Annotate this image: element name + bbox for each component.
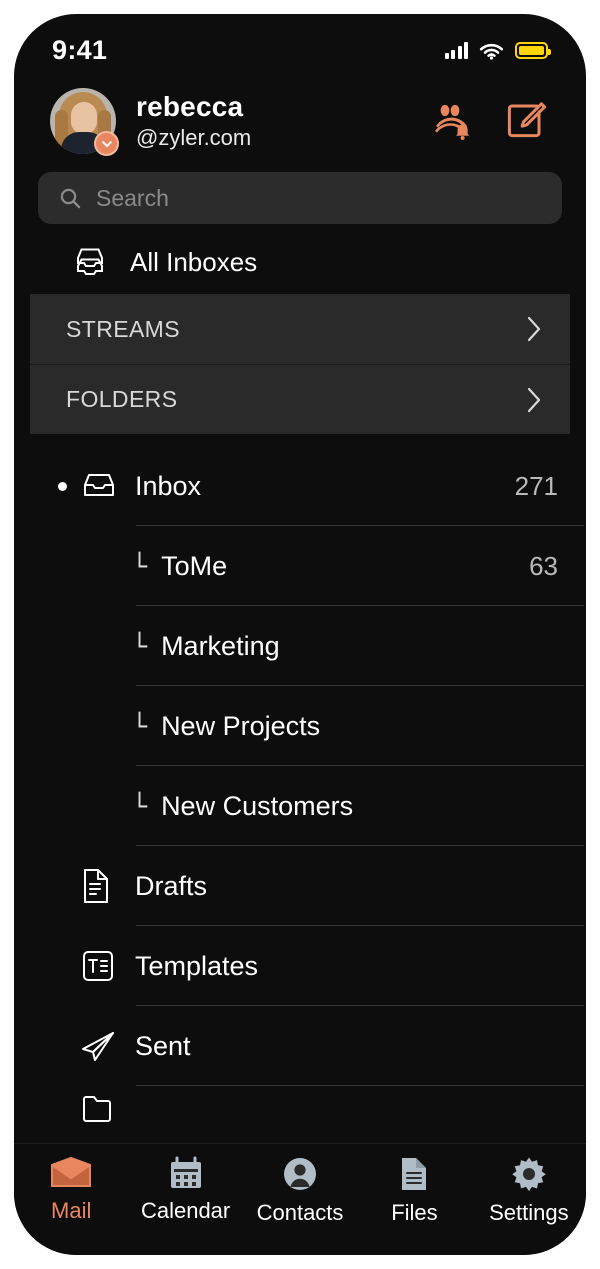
tab-calendar[interactable]: Calendar: [128, 1156, 242, 1224]
unread-dot-placeholder: [58, 1105, 67, 1114]
search-section: [14, 164, 586, 238]
inbox-tray-icon: [84, 474, 114, 496]
mailbox-row-inbox[interactable]: Inbox 271: [14, 446, 586, 526]
mailbox-label: Inbox: [135, 470, 202, 501]
avatar[interactable]: [50, 88, 119, 156]
branch-icon: └: [132, 711, 148, 741]
chevron-down-icon[interactable]: [94, 131, 119, 156]
phone-frame: 9:41 rebecca @zyler.com Search All Inbox…: [14, 14, 586, 1255]
search-icon: [60, 188, 81, 209]
status-bar: 9:41: [14, 14, 586, 76]
mailbox-row-templates[interactable]: Templates: [14, 926, 586, 1006]
section-folders[interactable]: FOLDERS: [30, 364, 570, 434]
tab-label: Files: [391, 1200, 438, 1225]
tab-label: Mail: [51, 1198, 92, 1223]
cellular-signal-icon: [444, 41, 468, 59]
section-folders-label: FOLDERS: [66, 386, 178, 412]
mailbox-list: Inbox 271 └ ToMe 63 └ Marketing └ New Pr…: [14, 434, 586, 1143]
tab-settings[interactable]: Settings: [472, 1156, 586, 1226]
section-bands: STREAMS FOLDERS: [14, 294, 586, 434]
all-inboxes-row[interactable]: All Inboxes: [14, 238, 586, 294]
section-streams[interactable]: STREAMS: [30, 294, 570, 364]
mailbox-row-marketing[interactable]: └ Marketing: [14, 606, 586, 686]
tab-mail[interactable]: Mail: [14, 1156, 128, 1224]
mailbox-row-sent[interactable]: Sent: [14, 1006, 586, 1086]
files-document-icon: [402, 1158, 427, 1190]
search-bar[interactable]: [38, 172, 562, 224]
mailbox-row-drafts[interactable]: Drafts: [14, 846, 586, 926]
unread-dot-placeholder: [58, 962, 67, 971]
tab-files[interactable]: Files: [357, 1156, 471, 1226]
calendar-icon: [170, 1156, 201, 1188]
mailbox-row-partial[interactable]: [14, 1086, 586, 1132]
compose-icon[interactable]: [506, 100, 548, 142]
account-name: rebecca: [136, 90, 244, 122]
section-streams-label: STREAMS: [66, 315, 180, 342]
chevron-right-icon: [527, 316, 541, 342]
mailbox-row-tome[interactable]: └ ToMe 63: [14, 526, 586, 606]
mailbox-label: New Projects: [161, 710, 321, 741]
chevron-right-icon: [527, 387, 541, 412]
all-inboxes-tray-icon: [77, 248, 103, 275]
unread-dot: [58, 481, 67, 491]
unread-dot-placeholder: [58, 1042, 67, 1051]
mailbox-label: New Customers: [161, 790, 354, 821]
tab-label: Settings: [489, 1200, 569, 1225]
battery-icon: [515, 41, 551, 59]
mailbox-label: Marketing: [161, 630, 280, 661]
mailbox-label: ToMe: [161, 550, 228, 581]
bottom-tab-bar: Mail Calendar Contacts Files Settings: [14, 1143, 586, 1255]
tab-label: Contacts: [256, 1200, 344, 1225]
tab-label: Calendar: [140, 1198, 231, 1223]
account-domain: @zyler.com: [136, 124, 252, 150]
status-bar-clock: 9:41: [52, 34, 108, 65]
branch-icon: └: [132, 551, 148, 581]
mailbox-label: Sent: [135, 1030, 191, 1061]
mailbox-count: 63: [529, 550, 558, 581]
drafts-document-icon: [84, 869, 108, 903]
contacts-person-icon: [284, 1158, 317, 1190]
contacts-notification-icon[interactable]: [432, 102, 472, 140]
mailbox-row-new-projects[interactable]: └ New Projects: [14, 686, 586, 766]
folder-icon: [83, 1096, 111, 1122]
mailbox-row-new-customers[interactable]: └ New Customers: [14, 766, 586, 846]
settings-gear-icon: [512, 1157, 546, 1192]
sent-paper-plane-icon: [82, 1032, 114, 1061]
unread-dot-placeholder: [58, 882, 67, 891]
wifi-icon: [479, 43, 504, 60]
branch-icon: └: [132, 791, 148, 821]
mailbox-label: Templates: [135, 950, 259, 981]
account-header: rebecca @zyler.com: [14, 76, 586, 164]
mailbox-count: 271: [514, 470, 558, 501]
search-input[interactable]: [96, 184, 542, 212]
mail-envelope-icon: [51, 1157, 92, 1187]
branch-icon: └: [132, 631, 148, 661]
templates-icon: [83, 951, 113, 981]
all-inboxes-label: All Inboxes: [130, 246, 258, 277]
tab-contacts[interactable]: Contacts: [243, 1156, 357, 1226]
mailbox-label: Drafts: [135, 870, 208, 901]
